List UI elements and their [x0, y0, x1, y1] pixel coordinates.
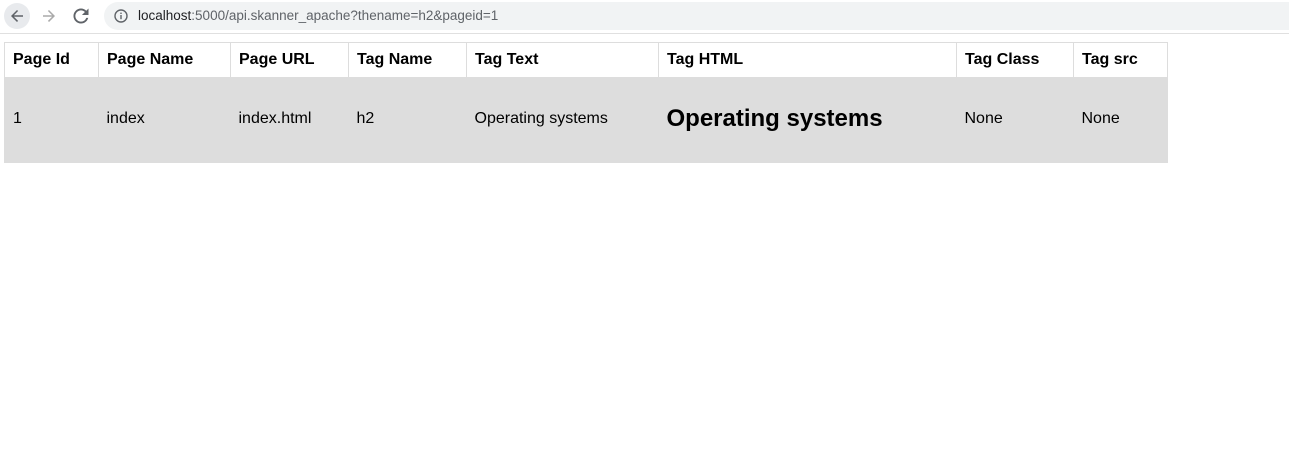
cell-tag-name: h2 — [348, 76, 467, 163]
header-tag-src: Tag src — [1073, 42, 1168, 77]
table-row: 1 index index.html h2 Operating systems … — [4, 76, 1168, 163]
header-tag-class: Tag Class — [956, 42, 1074, 77]
header-page-id: Page Id — [4, 42, 99, 77]
url-host: localhost — [138, 8, 192, 23]
forward-arrow-icon — [43, 10, 55, 22]
header-tag-text: Tag Text — [466, 42, 659, 77]
cell-page-url: index.html — [230, 76, 349, 163]
header-page-url: Page URL — [230, 42, 349, 77]
header-page-name: Page Name — [98, 42, 231, 77]
cell-tag-src: None — [1073, 76, 1168, 163]
tags-table: Page Id Page Name Page URL Tag Name Tag … — [4, 42, 1168, 163]
reload-icon — [73, 8, 89, 24]
reload-button[interactable] — [68, 3, 94, 29]
back-arrow-icon — [11, 10, 23, 22]
cell-tag-html: Operating systems — [658, 76, 957, 163]
cell-page-name: index — [98, 76, 231, 163]
cell-tag-text: Operating systems — [466, 76, 659, 163]
browser-toolbar: localhost:5000/api.skanner_apache?thenam… — [0, 0, 1289, 34]
header-tag-name: Tag Name — [348, 42, 467, 77]
table-header-row: Page Id Page Name Page URL Tag Name Tag … — [4, 42, 1168, 77]
address-bar[interactable]: localhost:5000/api.skanner_apache?thenam… — [104, 2, 1289, 30]
cell-page-id: 1 — [4, 76, 99, 163]
url-path: :5000/api.skanner_apache?thename=h2&page… — [191, 8, 499, 23]
header-tag-html: Tag HTML — [658, 42, 957, 77]
cell-tag-class: None — [956, 76, 1074, 163]
info-icon[interactable] — [114, 9, 128, 23]
back-button[interactable] — [4, 3, 30, 29]
forward-button[interactable] — [36, 3, 62, 29]
url-text[interactable]: localhost:5000/api.skanner_apache?thenam… — [138, 8, 498, 24]
